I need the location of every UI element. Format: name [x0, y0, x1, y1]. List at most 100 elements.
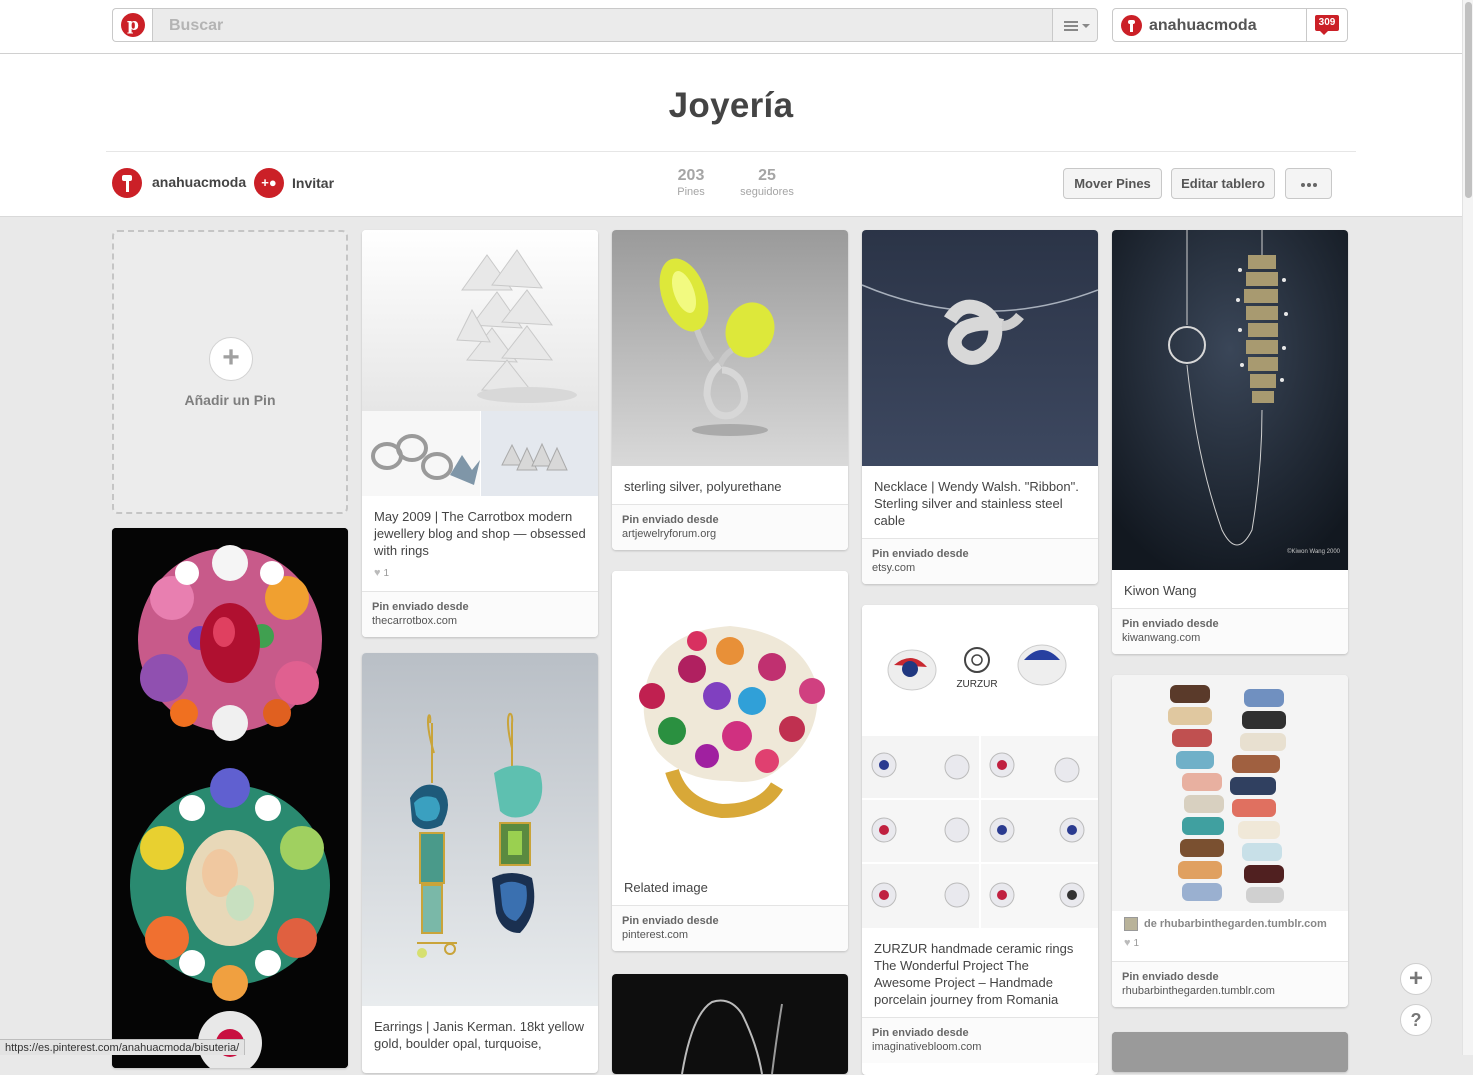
- pin-source-domain: kiwanwang.com: [1122, 632, 1201, 644]
- followers-count: 25: [758, 167, 776, 184]
- owner-name: anahuacmoda: [152, 174, 247, 190]
- pin-image-long-necklace[interactable]: ©Kiwon Wang 2000: [1112, 230, 1348, 570]
- menu-lines-icon: [1064, 21, 1078, 33]
- pin-description-text: sterling silver, polyurethane: [624, 479, 782, 494]
- search-input[interactable]: Buscar: [152, 8, 1053, 42]
- pin-card[interactable]: sterling silver, polyurethane Pin enviad…: [612, 230, 848, 550]
- pin-card[interactable]: ZURZUR ZURZUR handmade ceramic rings The…: [862, 605, 1098, 1075]
- pin-source-domain: etsy.com: [872, 562, 916, 574]
- pin-card[interactable]: de rhubarbinthegarden.tumblr.com ♥ 1 Pin …: [1112, 675, 1348, 1007]
- pin-description: sterling silver, polyurethane: [612, 466, 848, 505]
- add-user-icon: +●: [254, 168, 284, 198]
- pin-card[interactable]: Earrings | Janis Kerman. 18kt yellow gol…: [362, 653, 598, 1073]
- pin-description: ♥ 1: [1112, 931, 1348, 962]
- pin-source-domain: pinterest.com: [622, 929, 689, 941]
- pin-image-yellow-ring[interactable]: [612, 230, 848, 466]
- plus-icon: +: [209, 337, 253, 381]
- pin-image-dark-wire[interactable]: [612, 974, 848, 1074]
- scrollbar-thumb[interactable]: [1465, 2, 1472, 198]
- user-name: anahuacmoda: [1149, 17, 1257, 34]
- invite-label: Invitar: [292, 175, 335, 191]
- followers-count-label: seguidores: [740, 186, 794, 198]
- help-button[interactable]: ?: [1400, 1004, 1432, 1036]
- category-menu-button[interactable]: [1052, 8, 1098, 42]
- board-header: Joyería anahuacmoda +● Invitar 203 Pines…: [0, 54, 1462, 217]
- pin-likes[interactable]: ♥ 1: [1124, 935, 1336, 952]
- pin-card[interactable]: Related image Pin enviado desde pinteres…: [612, 571, 848, 951]
- pin-description: Earrings | Janis Kerman. 18kt yellow gol…: [362, 1006, 598, 1061]
- pin-image-jewel-rings[interactable]: [112, 528, 348, 1068]
- pin-card[interactable]: Necklace | Wendy Walsh. "Ribbon". Sterli…: [862, 230, 1098, 584]
- user-profile-button[interactable]: anahuacmoda: [1112, 8, 1307, 42]
- add-pin-label: Añadir un Pin: [184, 392, 276, 408]
- notifications-button[interactable]: 309: [1306, 8, 1348, 42]
- pin-source-domain: imaginativebloom.com: [872, 1041, 982, 1053]
- via-source: de rhubarbinthegarden.tumblr.com: [1144, 917, 1327, 930]
- header-divider: [106, 151, 1356, 152]
- pin-description-text: Kiwon Wang: [1124, 583, 1197, 598]
- pin-description-text: Related image: [624, 880, 708, 895]
- more-options-button[interactable]: [1285, 168, 1332, 199]
- owner-avatar-icon: [112, 168, 142, 198]
- pin-source-label: Pin enviado desde: [622, 915, 719, 927]
- add-floating-button[interactable]: +: [1400, 963, 1432, 995]
- pin-attribution[interactable]: Pin enviado desde rhubarbinthegarden.tum…: [1112, 962, 1348, 1007]
- pin-description: Necklace | Wendy Walsh. "Ribbon". Sterli…: [862, 466, 1098, 539]
- pin-source-label: Pin enviado desde: [622, 514, 719, 526]
- pin-description: Related image: [612, 867, 848, 906]
- chevron-down-icon: [1082, 24, 1090, 28]
- board-title: Joyería: [668, 86, 794, 125]
- via-avatar: [1124, 917, 1138, 931]
- pins-count-label: Pines: [677, 186, 705, 198]
- pin-attribution[interactable]: Pin enviado desde etsy.com: [862, 539, 1098, 584]
- top-bar: p Buscar anahuacmoda 309: [0, 0, 1462, 54]
- status-bar-url: https://es.pinterest.com/anahuacmoda/bis…: [0, 1039, 246, 1055]
- pin-attribution[interactable]: Pin enviado desde kiwanwang.com: [1112, 609, 1348, 654]
- pin-attribution[interactable]: Pin enviado desde artjewelryforum.org: [612, 505, 848, 550]
- pin-attribution[interactable]: Pin enviado desde imaginativebloom.com: [862, 1018, 1098, 1063]
- pin-image-carrotbox-rings[interactable]: [362, 230, 598, 496]
- image-caption: ©Kiwon Wang 2000: [1287, 548, 1341, 555]
- heart-icon: ♥: [374, 567, 381, 579]
- pin-likes[interactable]: ♥ 1: [374, 565, 586, 582]
- edit-board-button[interactable]: Editar tablero: [1171, 168, 1275, 199]
- add-pin-card[interactable]: + Añadir un Pin: [112, 230, 348, 514]
- pin-image-gemstone-ring[interactable]: [612, 571, 848, 867]
- pinterest-home-button[interactable]: p: [112, 8, 153, 42]
- pinterest-logo-icon: p: [121, 13, 145, 37]
- pin-image-partial[interactable]: [1112, 1032, 1348, 1072]
- pin-description-text: Necklace | Wendy Walsh. "Ribbon". Sterli…: [874, 479, 1079, 528]
- pin-via[interactable]: de rhubarbinthegarden.tumblr.com: [1112, 911, 1348, 931]
- pin-attribution[interactable]: Pin enviado desde thecarrotbox.com: [362, 592, 598, 637]
- pin-image-clay-rings[interactable]: [1112, 675, 1348, 911]
- likes-count: 1: [1133, 938, 1140, 949]
- pin-source-label: Pin enviado desde: [372, 601, 469, 613]
- pin-source-domain: thecarrotbox.com: [372, 615, 457, 627]
- pin-card[interactable]: [1112, 1032, 1348, 1072]
- pin-card[interactable]: [612, 974, 848, 1074]
- pin-source-label: Pin enviado desde: [1122, 971, 1219, 983]
- pin-card[interactable]: ©Kiwon Wang 2000 Kiwon Wang Pin enviado …: [1112, 230, 1348, 654]
- heart-icon: ♥: [1124, 937, 1131, 949]
- pin-image-ribbon-necklace[interactable]: [862, 230, 1098, 466]
- pin-source-label: Pin enviado desde: [1122, 618, 1219, 630]
- notification-count-badge: 309: [1315, 15, 1339, 35]
- pin-image-earrings[interactable]: [362, 653, 598, 1006]
- pin-attribution[interactable]: Pin enviado desde pinterest.com: [612, 906, 848, 951]
- pin-source-label: Pin enviado desde: [872, 548, 969, 560]
- pin-description-text: ZURZUR handmade ceramic rings The Wonder…: [874, 941, 1074, 1007]
- pin-description-text: Earrings | Janis Kerman. 18kt yellow gol…: [374, 1019, 585, 1051]
- pin-description-text: May 2009 | The Carrotbox modern jeweller…: [374, 509, 586, 558]
- pin-card[interactable]: [112, 528, 348, 1068]
- pins-count-stat[interactable]: 203 Pines: [672, 167, 710, 198]
- move-pins-button[interactable]: Mover Pines: [1063, 168, 1162, 199]
- pin-image-ceramic-rings[interactable]: ZURZUR: [862, 605, 1098, 928]
- pin-description: May 2009 | The Carrotbox modern jeweller…: [362, 496, 598, 592]
- followers-count-stat[interactable]: 25 seguidores: [736, 167, 798, 198]
- pin-source-label: Pin enviado desde: [872, 1027, 969, 1039]
- pin-card[interactable]: May 2009 | The Carrotbox modern jeweller…: [362, 230, 598, 637]
- page-scrollbar[interactable]: [1462, 0, 1473, 1055]
- likes-count: 1: [383, 568, 390, 579]
- more-dots-icon: [1300, 169, 1318, 198]
- pushpin-icon: [1121, 15, 1142, 36]
